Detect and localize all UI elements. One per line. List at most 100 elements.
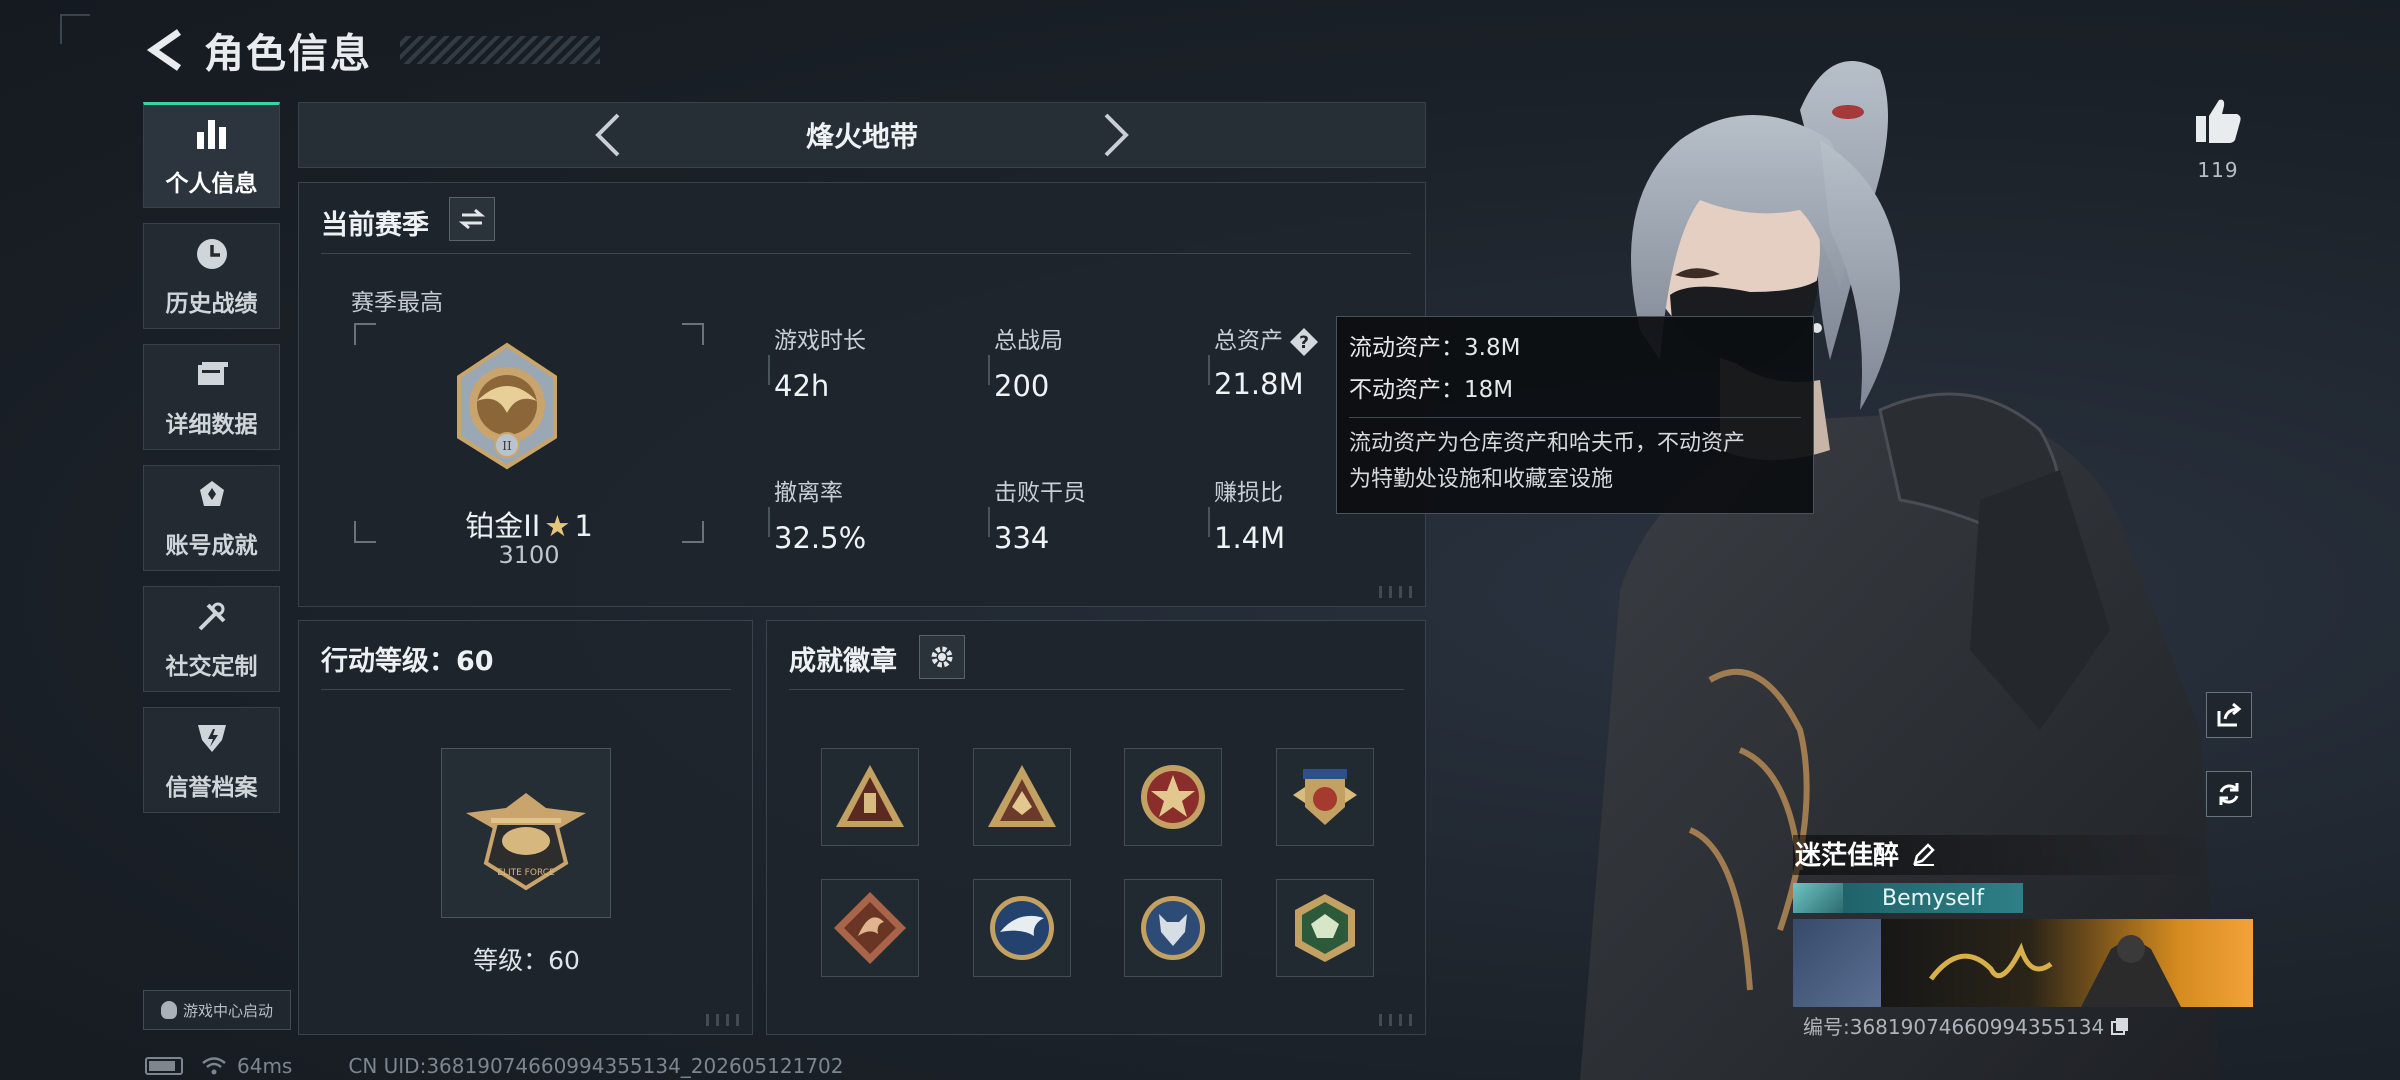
launch-label: 游戏中心启动 — [182, 1001, 273, 1020]
medal-slot[interactable] — [821, 748, 919, 846]
game-center-launch-button[interactable]: 游戏中心启动 — [143, 990, 291, 1030]
medal-settings-button[interactable] — [919, 635, 965, 679]
assets-tooltip: 流动资产：3.8M 不动资产：18M 流动资产为仓库资产和哈夫币，不动资产 为特… — [1336, 316, 1814, 514]
eagle-medal-icon — [990, 896, 1054, 960]
season-switch-button[interactable] — [449, 197, 495, 241]
level-panel: 行动等级：60 ELITE FORCE 等级：60 — [298, 620, 753, 1035]
svg-text:II: II — [502, 439, 512, 453]
wifi-icon — [202, 1057, 226, 1075]
panel-decoration — [706, 1014, 742, 1026]
stat-total-assets: 总资产? 21.8M — [1208, 321, 1319, 401]
tag-emblem-icon — [1793, 883, 1843, 913]
player-card: 迷茫佳醉 Bemyself 编号:36819074660994355134 — [1793, 835, 2253, 1045]
sidebar-item-achievements[interactable]: 账号成就 — [143, 465, 280, 571]
star-icon: ★ — [544, 509, 571, 543]
hex-medal-icon — [1295, 894, 1355, 962]
divider — [321, 689, 731, 690]
medal-slot[interactable] — [973, 748, 1071, 846]
stat-value: 200 — [994, 369, 1050, 403]
assets-note-line2: 为特勤处设施和收藏室设施 — [1349, 467, 1614, 492]
bar-chart-icon — [192, 114, 232, 154]
player-tag: Bemyself — [1793, 883, 2023, 913]
stat-bar — [768, 507, 770, 537]
banner-artwork — [1881, 919, 2253, 1007]
sidebar: 个人信息 历史战绩 详细数据 账号成就 社交定制 信誉档案 — [143, 102, 280, 828]
sidebar-item-personal-info[interactable]: 个人信息 — [143, 102, 280, 208]
edit-pencil-icon[interactable] — [1911, 841, 1937, 867]
like-button[interactable]: 119 — [2188, 96, 2248, 182]
shield-icon — [192, 718, 232, 758]
stat-label: 撤离率 — [774, 480, 843, 506]
folder-icon — [192, 355, 232, 395]
ping-value: 64ms — [237, 1054, 293, 1078]
stat-kills: 击败干员 334 — [988, 473, 1086, 555]
title-decoration — [400, 36, 600, 64]
prev-mode-button[interactable] — [582, 105, 632, 165]
achievement-badges-panel: 成就徽章 — [766, 620, 1426, 1035]
page-title: 角色信息 — [204, 31, 372, 77]
player-id-row: 编号:36819074660994355134 — [1803, 1011, 2130, 1040]
mode-title: 烽火地带 — [805, 120, 918, 153]
swap-icon — [459, 208, 485, 230]
panel-decoration — [1379, 586, 1415, 598]
refresh-button[interactable] — [2206, 771, 2252, 817]
help-icon[interactable]: ? — [1289, 327, 1319, 357]
medal-slot[interactable] — [1124, 879, 1222, 977]
wings-medal-icon — [1293, 769, 1357, 825]
stat-label: 游戏时长 — [774, 328, 866, 354]
medal-slot[interactable] — [973, 879, 1071, 977]
svg-text:ELITE FORCE: ELITE FORCE — [497, 868, 555, 878]
player-name: 迷茫佳醉 — [1795, 841, 1900, 871]
liquid-assets: 流动资产：3.8M — [1349, 335, 1521, 361]
battery-icon — [145, 1057, 183, 1075]
medal-slot[interactable] — [1276, 748, 1374, 846]
stat-label: 总战局 — [994, 328, 1063, 354]
copy-icon[interactable] — [2110, 1016, 2130, 1036]
sidebar-item-label: 信誉档案 — [165, 775, 258, 801]
header: 角色信息 — [140, 20, 600, 80]
medal-slot[interactable] — [821, 879, 919, 977]
stat-total-matches: 总战局 200 — [988, 321, 1063, 403]
chevron-right-icon — [1104, 113, 1129, 157]
back-arrow-icon[interactable] — [140, 25, 190, 75]
share-icon — [2217, 702, 2242, 727]
rank-stars: 1 — [574, 509, 593, 543]
medal-slot[interactable] — [1276, 879, 1374, 977]
stat-value: 1.4M — [1214, 521, 1286, 555]
divider — [1349, 417, 1801, 418]
frame-corner — [682, 323, 704, 345]
player-tag-text: Bemyself — [1882, 885, 1984, 911]
next-mode-button[interactable] — [1092, 105, 1142, 165]
dragon-medal-icon — [834, 892, 906, 964]
season-title: 当前赛季 — [321, 210, 429, 241]
sidebar-item-label: 账号成就 — [165, 533, 258, 559]
player-banner — [1793, 919, 2253, 1007]
trophy-icon — [192, 476, 232, 516]
divider — [789, 689, 1404, 690]
uid-text: CN UID:36819074660994355134_202605121702 — [348, 1054, 844, 1078]
clock-icon — [192, 234, 232, 274]
sidebar-item-history[interactable]: 历史战绩 — [143, 223, 280, 329]
stat-value: 334 — [994, 521, 1050, 555]
rank-name: 铂金II ★ 1 — [299, 503, 759, 545]
stat-bar — [768, 355, 770, 385]
level-label: 等级：60 — [473, 946, 580, 975]
rank-tier: 铂金II — [465, 509, 541, 543]
frame-corner — [354, 323, 376, 345]
share-button[interactable] — [2206, 692, 2252, 738]
fixed-assets: 不动资产：18M — [1349, 377, 1514, 403]
sidebar-item-details[interactable]: 详细数据 — [143, 344, 280, 450]
panel-decoration — [1379, 1014, 1415, 1026]
medal-slot[interactable] — [1124, 748, 1222, 846]
sidebar-item-credit[interactable]: 信誉档案 — [143, 707, 280, 813]
star-medal-icon — [1141, 765, 1205, 829]
stat-bar — [988, 507, 990, 537]
mode-selector: 烽火地带 — [298, 102, 1426, 168]
stat-profit-ratio: 赚损比 1.4M — [1208, 473, 1286, 555]
wrench-icon — [192, 597, 232, 637]
sidebar-item-label: 历史战绩 — [165, 291, 258, 317]
gear-icon — [931, 646, 953, 668]
refresh-icon — [2219, 783, 2239, 805]
sidebar-item-social[interactable]: 社交定制 — [143, 586, 280, 692]
signature-card — [1793, 919, 1881, 1007]
